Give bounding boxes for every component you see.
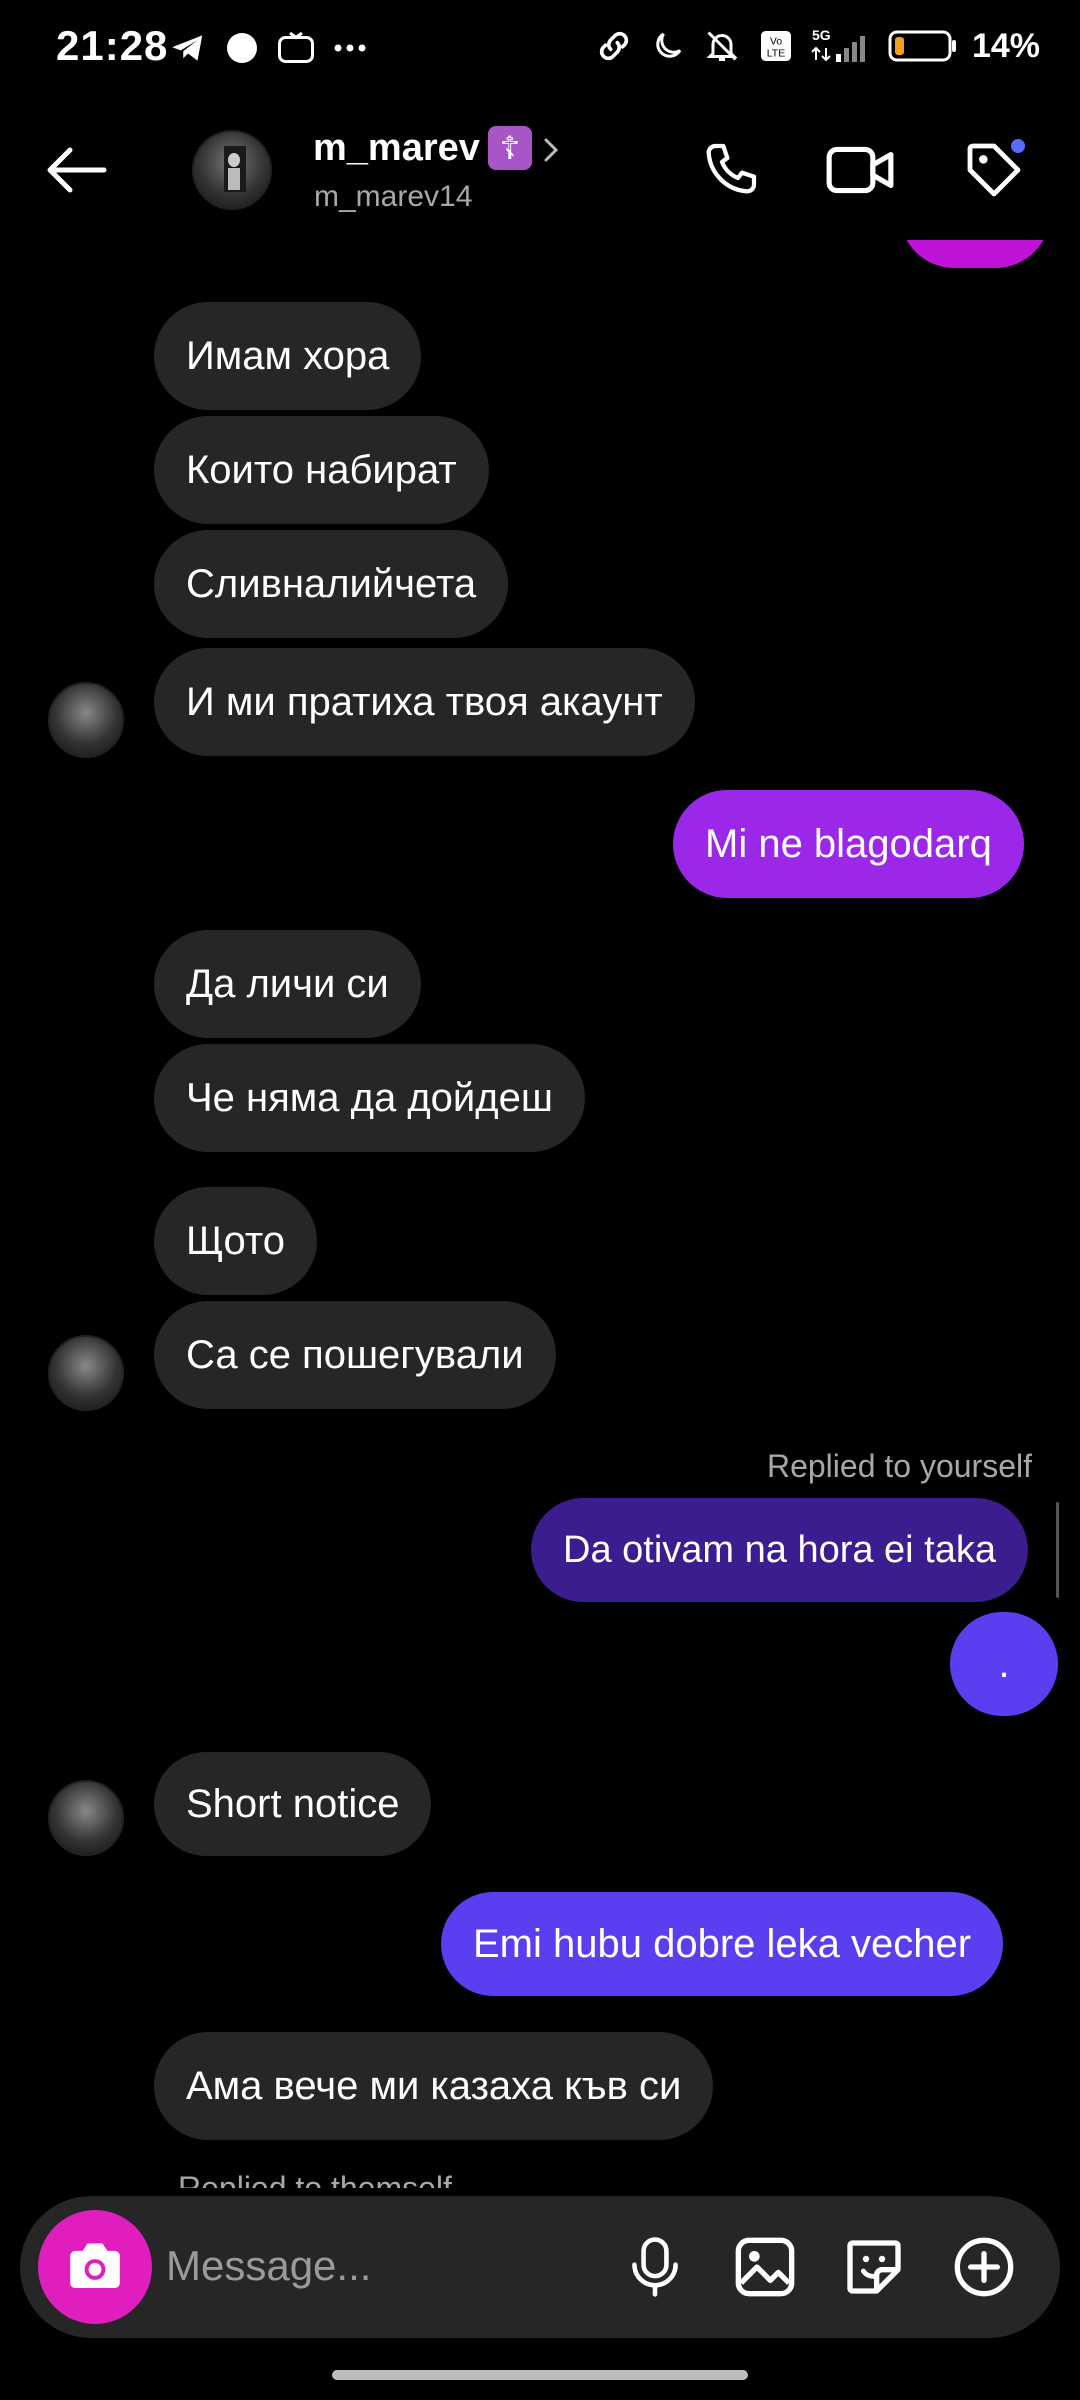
contact-avatar[interactable] bbox=[192, 130, 272, 210]
battery-percent: 14% bbox=[971, 26, 1040, 65]
sticker-icon bbox=[847, 2240, 901, 2294]
link-icon bbox=[594, 26, 634, 66]
message-text: Short notice bbox=[186, 1781, 400, 1826]
message-bubble-incoming[interactable]: Имам хора bbox=[154, 302, 422, 410]
voice-message-button[interactable] bbox=[616, 2228, 694, 2306]
status-icons-left bbox=[168, 28, 370, 68]
message-bubble-outgoing-partial[interactable] bbox=[900, 240, 1050, 268]
telegram-icon bbox=[168, 28, 208, 68]
message-text: Da otivam na hora ei taka bbox=[563, 1528, 997, 1571]
video-camera-icon bbox=[826, 146, 894, 194]
ometv-icon bbox=[276, 28, 316, 68]
message-text: . bbox=[998, 1641, 1010, 1686]
message-text: Сливналийчета bbox=[186, 561, 477, 606]
image-icon bbox=[735, 2237, 795, 2297]
message-text: Emi hubu dobre leka vecher bbox=[473, 1921, 972, 1966]
contact-name[interactable]: m_marev ☦ bbox=[313, 126, 532, 170]
message-bubble-incoming[interactable]: Сливналийчета bbox=[154, 530, 509, 638]
audio-call-button[interactable] bbox=[692, 132, 768, 208]
video-call-button[interactable] bbox=[822, 132, 898, 208]
volte-icon: Vo LTE bbox=[756, 26, 796, 66]
more-options-button[interactable] bbox=[945, 2228, 1023, 2306]
sender-avatar[interactable] bbox=[48, 1780, 124, 1856]
battery-icon bbox=[888, 26, 958, 66]
contact-name-text: m_marev bbox=[313, 126, 480, 169]
message-bubble-incoming[interactable]: И ми пратиха твоя акаунт bbox=[154, 648, 695, 756]
message-text: И ми пратиха твоя акаунт bbox=[186, 679, 663, 724]
back-arrow-icon bbox=[47, 147, 107, 193]
svg-text:Vo: Vo bbox=[770, 36, 782, 48]
message-bubble-incoming[interactable]: Short notice bbox=[154, 1752, 432, 1856]
message-text: Да личи си bbox=[186, 961, 389, 1006]
svg-text:5G: 5G bbox=[812, 27, 831, 43]
message-text: Че няма да дойдеш bbox=[186, 1075, 553, 1120]
status-bar: 21:28 Vo LTE 5G 14% bbox=[0, 0, 1080, 100]
status-time: 21:28 bbox=[56, 22, 169, 69]
message-text: Са се пошегували bbox=[186, 1332, 524, 1377]
chat-header: m_marev ☦ m_marev14 bbox=[0, 100, 1080, 240]
sticker-button[interactable] bbox=[835, 2228, 913, 2306]
message-bubble-outgoing[interactable]: . bbox=[950, 1612, 1058, 1716]
message-bubble-incoming[interactable]: Щото bbox=[154, 1187, 317, 1295]
reply-label: Replied to yourself bbox=[766, 1448, 1032, 1484]
message-text: Ама вече ми казаха къв си bbox=[186, 2063, 682, 2108]
message-bubble-incoming[interactable]: Да личи си bbox=[154, 930, 421, 1038]
message-text: Щото bbox=[186, 1218, 285, 1263]
chevron-right-icon[interactable] bbox=[540, 134, 564, 166]
camera-icon bbox=[70, 2243, 120, 2289]
status-icons-right: Vo LTE 5G 14% bbox=[594, 26, 1040, 66]
camera-button[interactable] bbox=[38, 2210, 152, 2324]
notification-dot bbox=[1008, 136, 1028, 156]
message-bubble-outgoing-reply[interactable]: Da otivam na hora ei taka bbox=[531, 1498, 1029, 1602]
orthodox-cross-badge: ☦ bbox=[487, 126, 532, 170]
message-bubble-incoming[interactable]: Че няма да дойдеш bbox=[154, 1044, 585, 1152]
message-bubble-outgoing[interactable]: Emi hubu dobre leka vecher bbox=[441, 1892, 1004, 1996]
signal-5g-icon: 5G bbox=[810, 26, 874, 66]
more-dots-icon bbox=[330, 28, 370, 68]
back-button[interactable] bbox=[40, 134, 112, 206]
moon-icon bbox=[648, 26, 688, 66]
tag-button[interactable] bbox=[956, 132, 1032, 208]
reply-indicator-line bbox=[1056, 1502, 1059, 1598]
sender-avatar[interactable] bbox=[48, 682, 124, 758]
message-thread[interactable]: Имам хора Които набират Сливналийчета И … bbox=[0, 240, 1080, 2188]
svg-text:LTE: LTE bbox=[767, 48, 785, 60]
message-bubble-outgoing[interactable]: Mi ne blagodarq bbox=[673, 790, 1024, 898]
phone-icon bbox=[706, 143, 757, 194]
reply-label: Replied to themself bbox=[178, 2170, 452, 2188]
message-input[interactable] bbox=[166, 2236, 596, 2296]
message-bubble-incoming[interactable]: Ама вече ми казаха къв си bbox=[154, 2032, 714, 2140]
message-text: Mi ne blagodarq bbox=[705, 821, 992, 866]
gallery-button[interactable] bbox=[726, 2228, 804, 2306]
plus-circle-icon bbox=[954, 2237, 1014, 2297]
message-bubble-incoming[interactable]: Които набират bbox=[154, 416, 489, 524]
message-composer bbox=[20, 2196, 1060, 2338]
gesture-nav-handle[interactable] bbox=[332, 2370, 748, 2380]
message-text: Които набират bbox=[186, 447, 457, 492]
mute-bell-icon bbox=[702, 26, 742, 66]
sender-avatar[interactable] bbox=[48, 1335, 124, 1411]
contact-username: m_marev14 bbox=[314, 180, 473, 213]
circle-icon bbox=[222, 28, 262, 68]
message-bubble-incoming[interactable]: Са се пошегували bbox=[154, 1301, 556, 1409]
microphone-icon bbox=[632, 2237, 678, 2297]
message-text: Имам хора bbox=[186, 333, 390, 378]
